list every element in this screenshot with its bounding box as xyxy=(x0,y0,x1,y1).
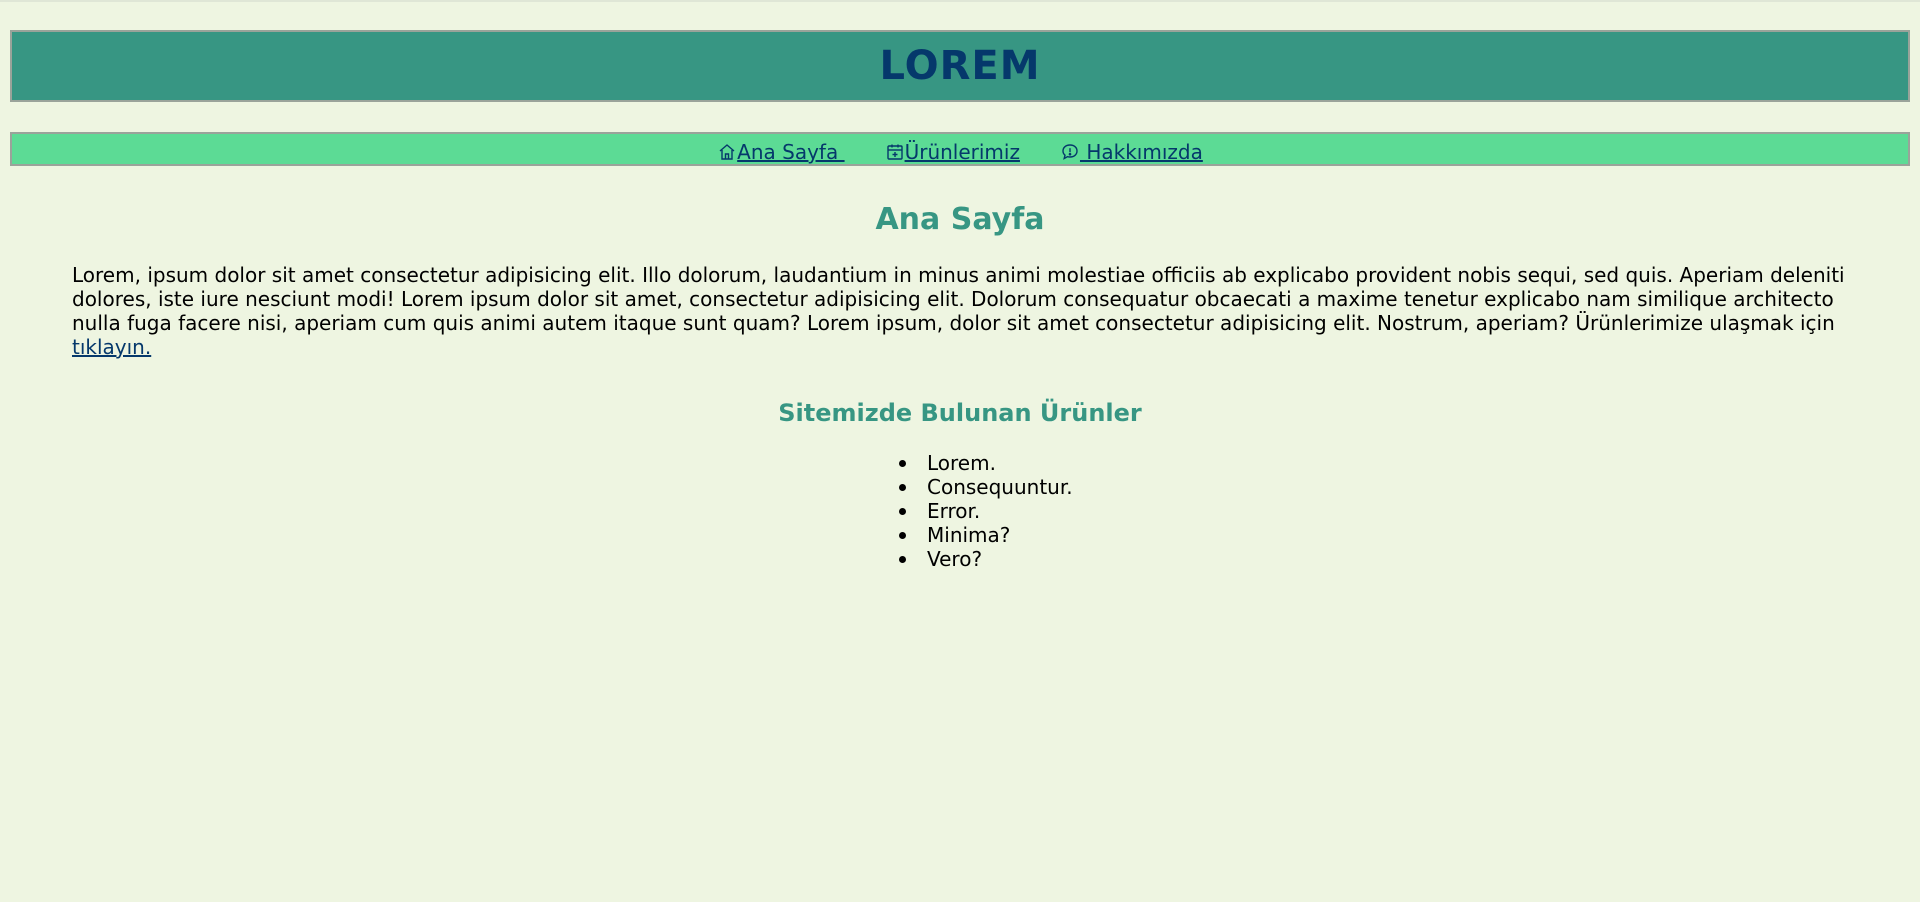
intro-paragraph: Lorem, ipsum dolor sit amet consectetur … xyxy=(72,263,1848,359)
page-title: Ana Sayfa xyxy=(875,202,1045,237)
products-link[interactable]: tıklayın. xyxy=(72,335,151,359)
nav-link-label: Hakkımızda xyxy=(1079,140,1203,164)
products-section-title: Sitemizde Bulunan Ürünler xyxy=(778,399,1142,427)
list-item: Consequuntur. xyxy=(899,475,1099,499)
site-title: LOREM xyxy=(879,43,1041,89)
site-header: LOREM xyxy=(10,30,1910,102)
product-list: Lorem. Consequuntur. Error. Minima? Vero… xyxy=(72,451,1848,571)
nav-link-label: Ana Sayfa xyxy=(737,140,845,164)
list-item: Vero? xyxy=(899,547,1099,571)
main-content: Ana Sayfa Lorem, ipsum dolor sit amet co… xyxy=(72,202,1848,571)
nav-link-ana-sayfa[interactable]: Ana Sayfa xyxy=(717,140,844,164)
main-navbar: Ana Sayfa Ürünlerimiz Hakkımızda xyxy=(10,132,1910,166)
list-item: Lorem. xyxy=(899,451,1099,475)
nav-link-urunlerimiz[interactable]: Ürünlerimiz xyxy=(885,140,1020,164)
home-icon xyxy=(717,142,737,162)
list-item: Error. xyxy=(899,499,1099,523)
calendar-plus-icon xyxy=(885,142,905,162)
page: LOREM Ana Sayfa Ürünlerimiz Hakkımızda A… xyxy=(0,0,1920,902)
nav-link-label: Ürünlerimiz xyxy=(904,140,1020,164)
intro-text: Lorem, ipsum dolor sit amet consectetur … xyxy=(72,263,1845,335)
list-item: Minima? xyxy=(899,523,1099,547)
chat-info-icon xyxy=(1060,142,1080,162)
nav-link-hakkimizda[interactable]: Hakkımızda xyxy=(1060,140,1203,164)
